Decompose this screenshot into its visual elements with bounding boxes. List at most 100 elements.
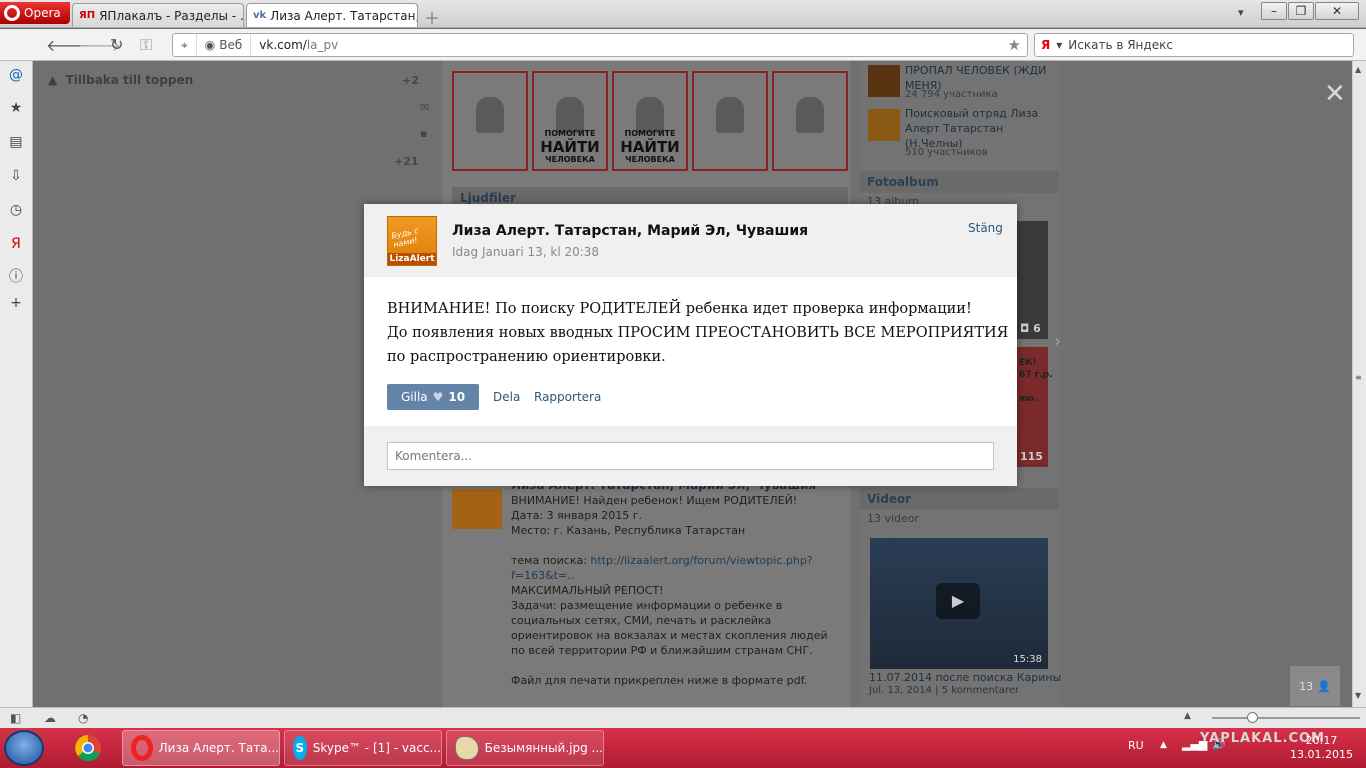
- search-engine-chevron-icon[interactable]: ▾: [1056, 38, 1062, 52]
- user-icon: 👤: [1317, 679, 1331, 693]
- post-body-line: До появления новых вводных ПРОСИМ ПРЕОСТ…: [387, 325, 1009, 341]
- missing-poster[interactable]: [692, 71, 768, 171]
- missing-poster[interactable]: [452, 71, 528, 171]
- speed-dial-icon[interactable]: ◔: [78, 711, 88, 725]
- language-indicator[interactable]: RU: [1128, 739, 1144, 752]
- add-panel-icon[interactable]: +: [8, 295, 24, 311]
- zoom-slider-handle[interactable]: [1247, 712, 1258, 723]
- close-overlay-icon[interactable]: ✕: [1324, 79, 1346, 109]
- bookmark-star-icon[interactable]: ★: [1008, 36, 1021, 54]
- taskbar-item-skype[interactable]: S Skype™ - [1] - vacc...: [284, 730, 442, 766]
- reload-icon[interactable]: ↻: [110, 35, 123, 54]
- maximize-button[interactable]: ❐: [1288, 2, 1314, 20]
- report-link[interactable]: Rapportera: [534, 390, 601, 404]
- tab-yaplakal[interactable]: ЯП ЯПлакалъ - Разделы - ... ✕: [72, 3, 244, 27]
- url-text[interactable]: vk.com/la_pv: [251, 38, 338, 52]
- opera-icon: [131, 735, 153, 761]
- vk-favicon-icon: vk: [253, 10, 267, 21]
- back-to-top-label: Tillbaka till toppen: [65, 73, 194, 87]
- people-counter[interactable]: 13 👤: [1290, 666, 1340, 706]
- taskbar-item-paint[interactable]: Безымянный.jpg ...: [446, 730, 604, 766]
- key-icon[interactable]: ⚿: [140, 35, 152, 55]
- history-clock-icon[interactable]: ◷: [8, 202, 24, 218]
- info-icon[interactable]: ⓘ: [8, 269, 24, 285]
- taskbar-label: Безымянный.jpg ...: [484, 741, 603, 755]
- yandex-sidebar-icon[interactable]: Я: [8, 236, 24, 252]
- panel-toggle-icon[interactable]: ◧: [10, 711, 21, 725]
- next-arrow-icon[interactable]: ›: [1054, 331, 1061, 352]
- minimize-button[interactable]: –: [1261, 2, 1287, 20]
- poster-row: ПОМОГИТЕ НАЙТИ ЧЕЛОВЕКА ПОМОГИТЕ НАЙТИ ЧЕЛОВ…: [452, 71, 848, 171]
- bookmarks-star-icon[interactable]: ★: [8, 100, 24, 116]
- video-thumbnail[interactable]: ▶ 15:38: [870, 538, 1048, 669]
- back-to-top-link[interactable]: ▲ Tillbaka till toppen: [48, 73, 193, 87]
- opera-menu-button[interactable]: Opera: [0, 2, 70, 24]
- photo-album-header[interactable]: Fotoalbum: [859, 171, 1059, 193]
- search-field[interactable]: Я ▾ Искать в Яндекс: [1034, 33, 1354, 57]
- message-icon[interactable]: ✉: [420, 101, 429, 114]
- group-members: 510 участников: [905, 147, 988, 158]
- group-avatar[interactable]: [868, 109, 900, 141]
- taskbar-item-opera[interactable]: Лиза Алерт. Тата...: [122, 730, 280, 766]
- address-toolbar: 🡐 🡒 ↻ ⚿ ⌖ ◉ Веб vk.com/la_pv ★ Я ▾ Искать…: [0, 29, 1366, 61]
- poster-fragment-line: 67 г.р.: [1019, 370, 1053, 380]
- close-button[interactable]: Stäng: [968, 221, 1003, 235]
- page-scrollbar[interactable]: ▲ ≡ ▼: [1352, 61, 1366, 707]
- scroll-down-icon[interactable]: ▼: [1355, 691, 1361, 700]
- camera-icon: ◘: [1020, 322, 1030, 335]
- mail-icon[interactable]: @: [8, 67, 24, 83]
- photo-icon: [556, 97, 584, 133]
- notes-icon[interactable]: ▤: [8, 134, 24, 150]
- zoom-up-icon[interactable]: ▲: [1184, 711, 1191, 721]
- address-field[interactable]: ⌖ ◉ Веб vk.com/la_pv ★: [172, 33, 1028, 57]
- share-link[interactable]: Dela: [493, 390, 520, 404]
- scroll-up-icon[interactable]: ▲: [1355, 65, 1361, 74]
- windows-taskbar: Лиза Алерт. Тата... S Skype™ - [1] - vac…: [0, 728, 1366, 768]
- settings-count[interactable]: +21: [394, 155, 419, 168]
- comment-icon[interactable]: ▪: [420, 127, 427, 140]
- poster-person-text: ЧЕЛОВЕКА: [625, 155, 675, 164]
- modal-date[interactable]: Idag Januari 13, kl 20:38: [452, 245, 599, 259]
- post-author-avatar[interactable]: [452, 489, 502, 529]
- play-icon[interactable]: ▶: [936, 583, 980, 619]
- turbo-cloud-icon[interactable]: ☁: [44, 711, 56, 725]
- tab-vk[interactable]: vk Лиза Алерт. Татарстан, ... ✕: [246, 3, 418, 27]
- missing-poster[interactable]: ПОМОГИТЕ НАЙТИ ЧЕЛОВЕКА: [532, 71, 608, 171]
- friends-count[interactable]: +2: [402, 74, 419, 87]
- chrome-icon[interactable]: [70, 732, 106, 764]
- globe-icon: ◉: [204, 38, 216, 52]
- url-host: vk.com/: [259, 38, 307, 52]
- show-hidden-icons-icon[interactable]: ▲: [1160, 740, 1167, 750]
- comment-input[interactable]: Komentera...: [387, 442, 994, 470]
- post-body-line: ВНИМАНИЕ! По поиску РОДИТЕЛЕЙ ребенка ид…: [387, 301, 972, 317]
- clock-time: 20:17: [1305, 734, 1338, 747]
- missing-poster[interactable]: [772, 71, 848, 171]
- start-button[interactable]: [4, 730, 44, 766]
- missing-poster[interactable]: ПОМОГИТЕ НАЙТИ ЧЕЛОВЕКА: [612, 71, 688, 171]
- video-count: 13 videor: [867, 512, 920, 525]
- group-avatar[interactable]: [868, 65, 900, 97]
- search-placeholder: Искать в Яндекс: [1068, 38, 1173, 52]
- album-photos-count: 6: [1033, 322, 1041, 335]
- url-path: la_pv: [306, 38, 339, 52]
- tab-label: ЯПлакалъ - Разделы - ...: [99, 8, 244, 23]
- photo-icon: [716, 97, 744, 133]
- clock-date: 13.01.2015: [1290, 748, 1353, 761]
- downloads-icon[interactable]: ⇩: [8, 168, 24, 184]
- post-text: ВНИМАНИЕ! Найден ребенок! Ищем РОДИТЕЛЕЙ…: [511, 493, 841, 688]
- videos-header[interactable]: Videor: [859, 488, 1059, 510]
- web-mode-badge[interactable]: ◉ Веб: [197, 34, 252, 56]
- location-pin-icon[interactable]: ⌖: [173, 34, 197, 56]
- photo-icon: [636, 97, 664, 133]
- like-label: Gilla: [401, 390, 428, 404]
- tab-list-chevron-icon[interactable]: ▾: [1238, 6, 1244, 19]
- modal-title[interactable]: Лиза Алерт. Татарстан, Марий Эл, Чувашия: [452, 223, 808, 239]
- scroll-grip-icon[interactable]: ≡: [1355, 373, 1362, 382]
- lizaalert-logo[interactable]: Будь с нами! LizaAlert: [387, 216, 437, 266]
- video-comments[interactable]: 5 kommentarer: [942, 685, 1019, 696]
- close-window-button[interactable]: ✕: [1315, 2, 1359, 20]
- new-tab-icon[interactable]: ＋: [424, 5, 440, 29]
- clock[interactable]: 20:17 13.01.2015: [1290, 734, 1353, 762]
- zoom-slider[interactable]: [1212, 717, 1360, 719]
- like-button[interactable]: Gilla ♥ 10: [387, 384, 480, 410]
